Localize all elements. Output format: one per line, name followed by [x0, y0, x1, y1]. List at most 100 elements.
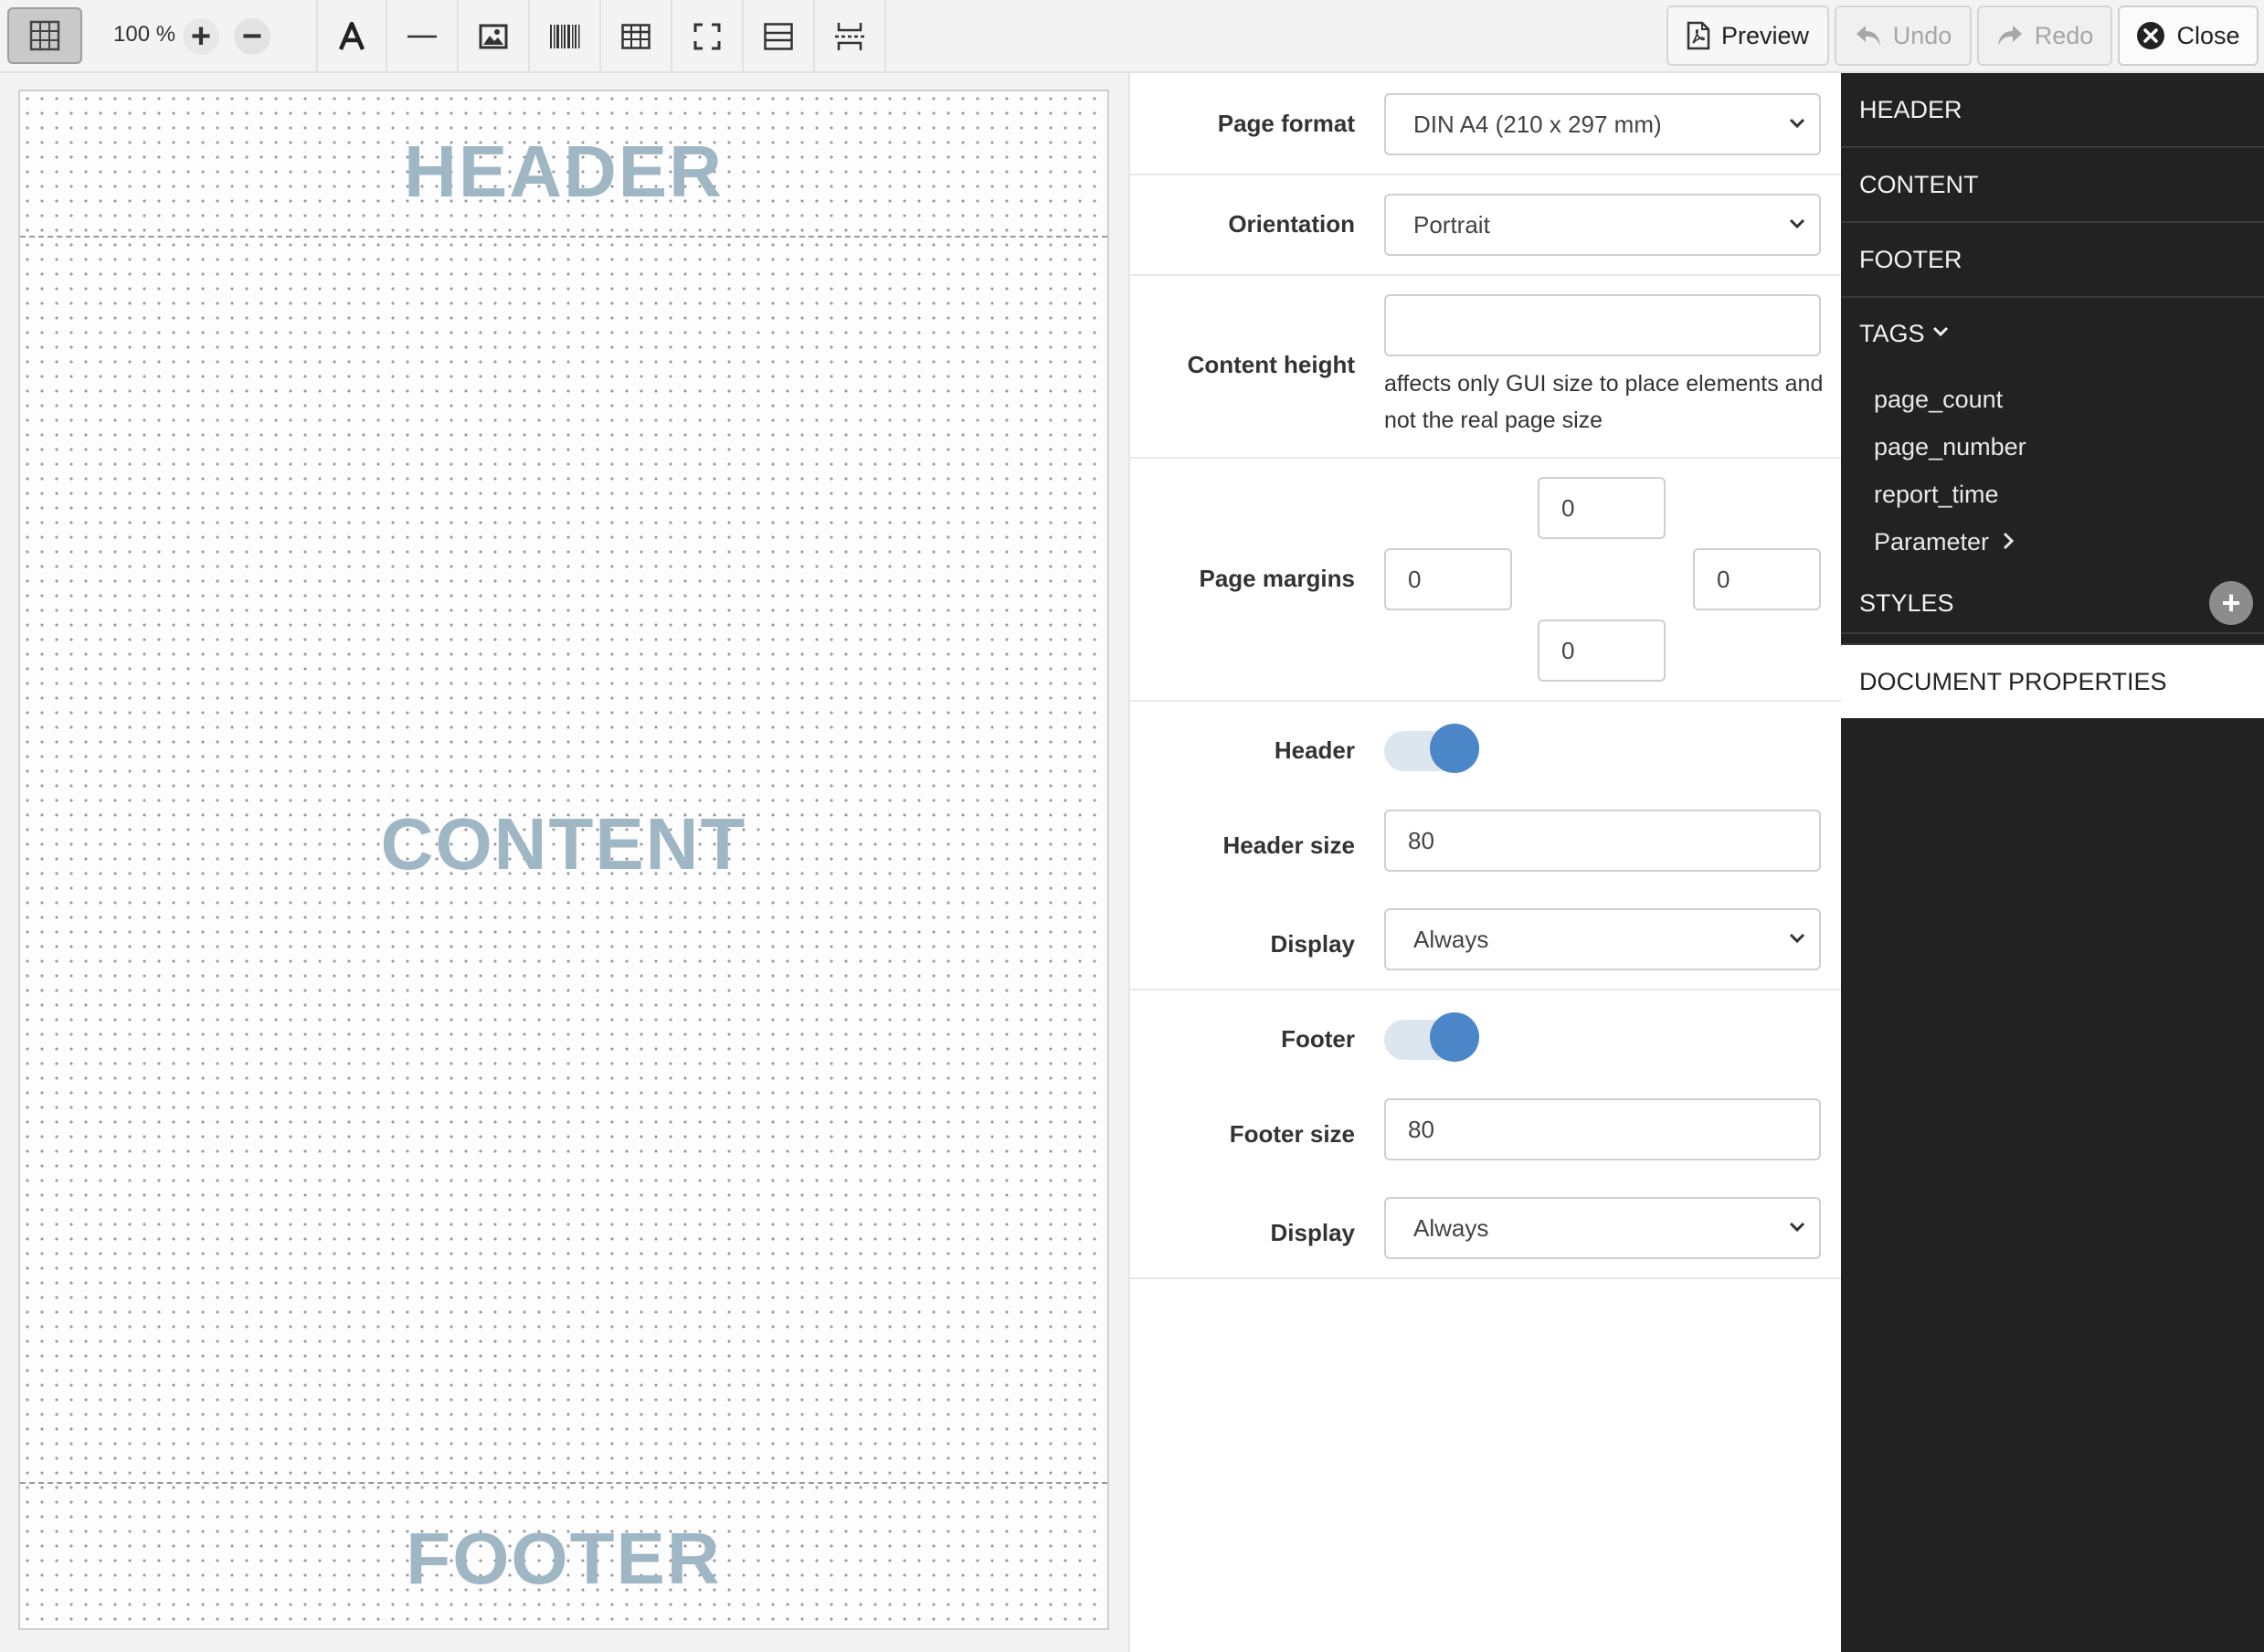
- header-display-select[interactable]: Always: [1384, 908, 1821, 970]
- tag-item-parameter[interactable]: Parameter: [1874, 528, 2015, 556]
- text-tool-button[interactable]: [316, 0, 387, 73]
- sidebar-item-label: CONTENT: [1859, 170, 1979, 198]
- undo-label: Undo: [1892, 21, 1952, 49]
- orientation-select[interactable]: Portrait: [1384, 194, 1821, 256]
- header-settings-row: Header Header size 80 Display Always: [1130, 702, 1843, 990]
- page-margins-row: Page margins 0 0 0 0: [1130, 459, 1843, 702]
- close-circle-icon: [2137, 22, 2165, 49]
- image-icon: [479, 24, 508, 49]
- orientation-label: Orientation: [1228, 210, 1355, 238]
- footer-toggle-knob: [1430, 1012, 1479, 1062]
- chevron-down-icon: [1932, 326, 1948, 337]
- table-tool-button[interactable]: [601, 0, 672, 73]
- grid-toggle-button[interactable]: [7, 7, 82, 64]
- footer-size-input[interactable]: 80: [1384, 1098, 1821, 1160]
- frame-tool-button[interactable]: [672, 0, 744, 73]
- footer-size-label: Footer size: [1229, 1120, 1355, 1148]
- footer-display-label: Display: [1270, 1219, 1356, 1246]
- sidebar-item-styles[interactable]: STYLES +: [1841, 563, 2264, 645]
- redo-button[interactable]: Redo: [1977, 5, 2112, 66]
- line-tool-button[interactable]: [387, 0, 459, 73]
- section-tool-button[interactable]: [744, 0, 815, 73]
- footer-toggle-label: Footer: [1281, 1025, 1355, 1053]
- orientation-row: Orientation Portrait: [1130, 175, 1843, 276]
- margin-top-input[interactable]: 0: [1538, 477, 1666, 539]
- page-format-value: DIN A4 (210 x 297 mm): [1413, 110, 1662, 138]
- orientation-value: Portrait: [1413, 210, 1490, 238]
- page-break-tool-button[interactable]: [815, 0, 886, 73]
- tag-item-page-count[interactable]: page_count: [1874, 386, 2003, 414]
- preview-label: Preview: [1720, 21, 1810, 49]
- tag-item-page-number[interactable]: page_number: [1874, 433, 2026, 461]
- tag-item-report-time[interactable]: report_time: [1874, 481, 1999, 509]
- header-divider[interactable]: [20, 236, 1107, 238]
- content-height-row: Content height affects only GUI size to …: [1130, 276, 1843, 459]
- sidebar-item-header[interactable]: HEADER: [1841, 73, 2264, 148]
- report-canvas[interactable]: HEADER CONTENT FOOTER: [18, 90, 1109, 1630]
- page-format-select[interactable]: DIN A4 (210 x 297 mm): [1384, 93, 1821, 155]
- barcode-icon: [550, 25, 580, 48]
- content-band-label: CONTENT: [380, 803, 747, 884]
- zoom-level: 100 %: [113, 22, 176, 47]
- margin-bottom-input[interactable]: 0: [1538, 620, 1666, 682]
- chevron-down-icon: [1789, 218, 1805, 229]
- close-label: Close: [2176, 21, 2240, 49]
- sidebar-item-label: DOCUMENT PROPERTIES: [1859, 667, 2167, 695]
- redo-label: Redo: [2034, 21, 2094, 49]
- margin-right-input[interactable]: 0: [1693, 548, 1821, 610]
- barcode-tool-button[interactable]: [530, 0, 601, 73]
- header-size-label: Header size: [1222, 831, 1355, 859]
- content-height-help: affects only GUI size to place elements …: [1384, 371, 1824, 433]
- chevron-right-icon: [2003, 532, 2014, 550]
- content-height-label: Content height: [1187, 351, 1355, 378]
- header-toggle[interactable]: [1384, 724, 1479, 775]
- header-band-label: HEADER: [404, 131, 724, 212]
- add-style-button[interactable]: +: [2209, 581, 2253, 625]
- close-button[interactable]: Close: [2118, 5, 2259, 66]
- frame-icon: [693, 23, 721, 50]
- chevron-down-icon: [1789, 933, 1805, 944]
- page-margins-label: Page margins: [1199, 565, 1355, 592]
- tag-item-label: Parameter: [1874, 528, 1990, 556]
- sidebar-item-label: HEADER: [1859, 95, 1962, 123]
- header-display-label: Display: [1270, 930, 1356, 958]
- header-toggle-knob: [1430, 724, 1479, 773]
- undo-button[interactable]: Undo: [1835, 5, 1972, 66]
- sidebar-item-label: STYLES: [1859, 588, 1954, 617]
- sidebar-item-label: FOOTER: [1859, 245, 1962, 273]
- pdf-file-icon: [1687, 21, 1710, 50]
- grid-icon: [29, 20, 60, 51]
- margin-left-input[interactable]: 0: [1384, 548, 1512, 610]
- content-height-input[interactable]: [1384, 294, 1821, 356]
- chevron-down-icon: [1789, 118, 1805, 129]
- section-icon: [764, 23, 793, 50]
- chevron-down-icon: [1789, 1222, 1805, 1233]
- header-size-input[interactable]: 80: [1384, 810, 1821, 872]
- footer-band-label: FOOTER: [406, 1518, 722, 1599]
- page-format-row: Page format DIN A4 (210 x 297 mm): [1130, 73, 1843, 175]
- sidebar-item-footer[interactable]: FOOTER: [1841, 223, 2264, 298]
- toolbar: 100 % + − Preview Undo Redo Close: [0, 0, 2264, 73]
- zoom-in-button[interactable]: +: [183, 18, 219, 55]
- document-properties-panel: Page format DIN A4 (210 x 297 mm) Orient…: [1128, 73, 1843, 1652]
- footer-divider[interactable]: [20, 1482, 1107, 1484]
- sidebar-item-content[interactable]: CONTENT: [1841, 148, 2264, 223]
- header-display-value: Always: [1413, 925, 1489, 953]
- header-toggle-label: Header: [1274, 736, 1355, 764]
- undo-icon: [1856, 26, 1880, 46]
- text-icon: [338, 22, 365, 50]
- sidebar-item-label: TAGS: [1859, 320, 1925, 347]
- preview-button[interactable]: Preview: [1666, 5, 1829, 66]
- document-outline-sidebar: HEADER CONTENT FOOTER TAGS page_count pa…: [1841, 73, 2264, 1652]
- sidebar-item-document-properties[interactable]: DOCUMENT PROPERTIES: [1841, 645, 2264, 718]
- footer-toggle[interactable]: [1384, 1012, 1479, 1064]
- image-tool-button[interactable]: [459, 0, 530, 73]
- footer-settings-row: Footer Footer size 80 Display Always: [1130, 990, 1843, 1279]
- page-format-label: Page format: [1217, 110, 1355, 137]
- zoom-out-button[interactable]: −: [234, 18, 270, 55]
- line-icon: [407, 35, 437, 38]
- page-break-icon: [835, 23, 864, 50]
- redo-icon: [1997, 26, 2022, 46]
- table-icon: [621, 24, 651, 49]
- footer-display-select[interactable]: Always: [1384, 1197, 1821, 1259]
